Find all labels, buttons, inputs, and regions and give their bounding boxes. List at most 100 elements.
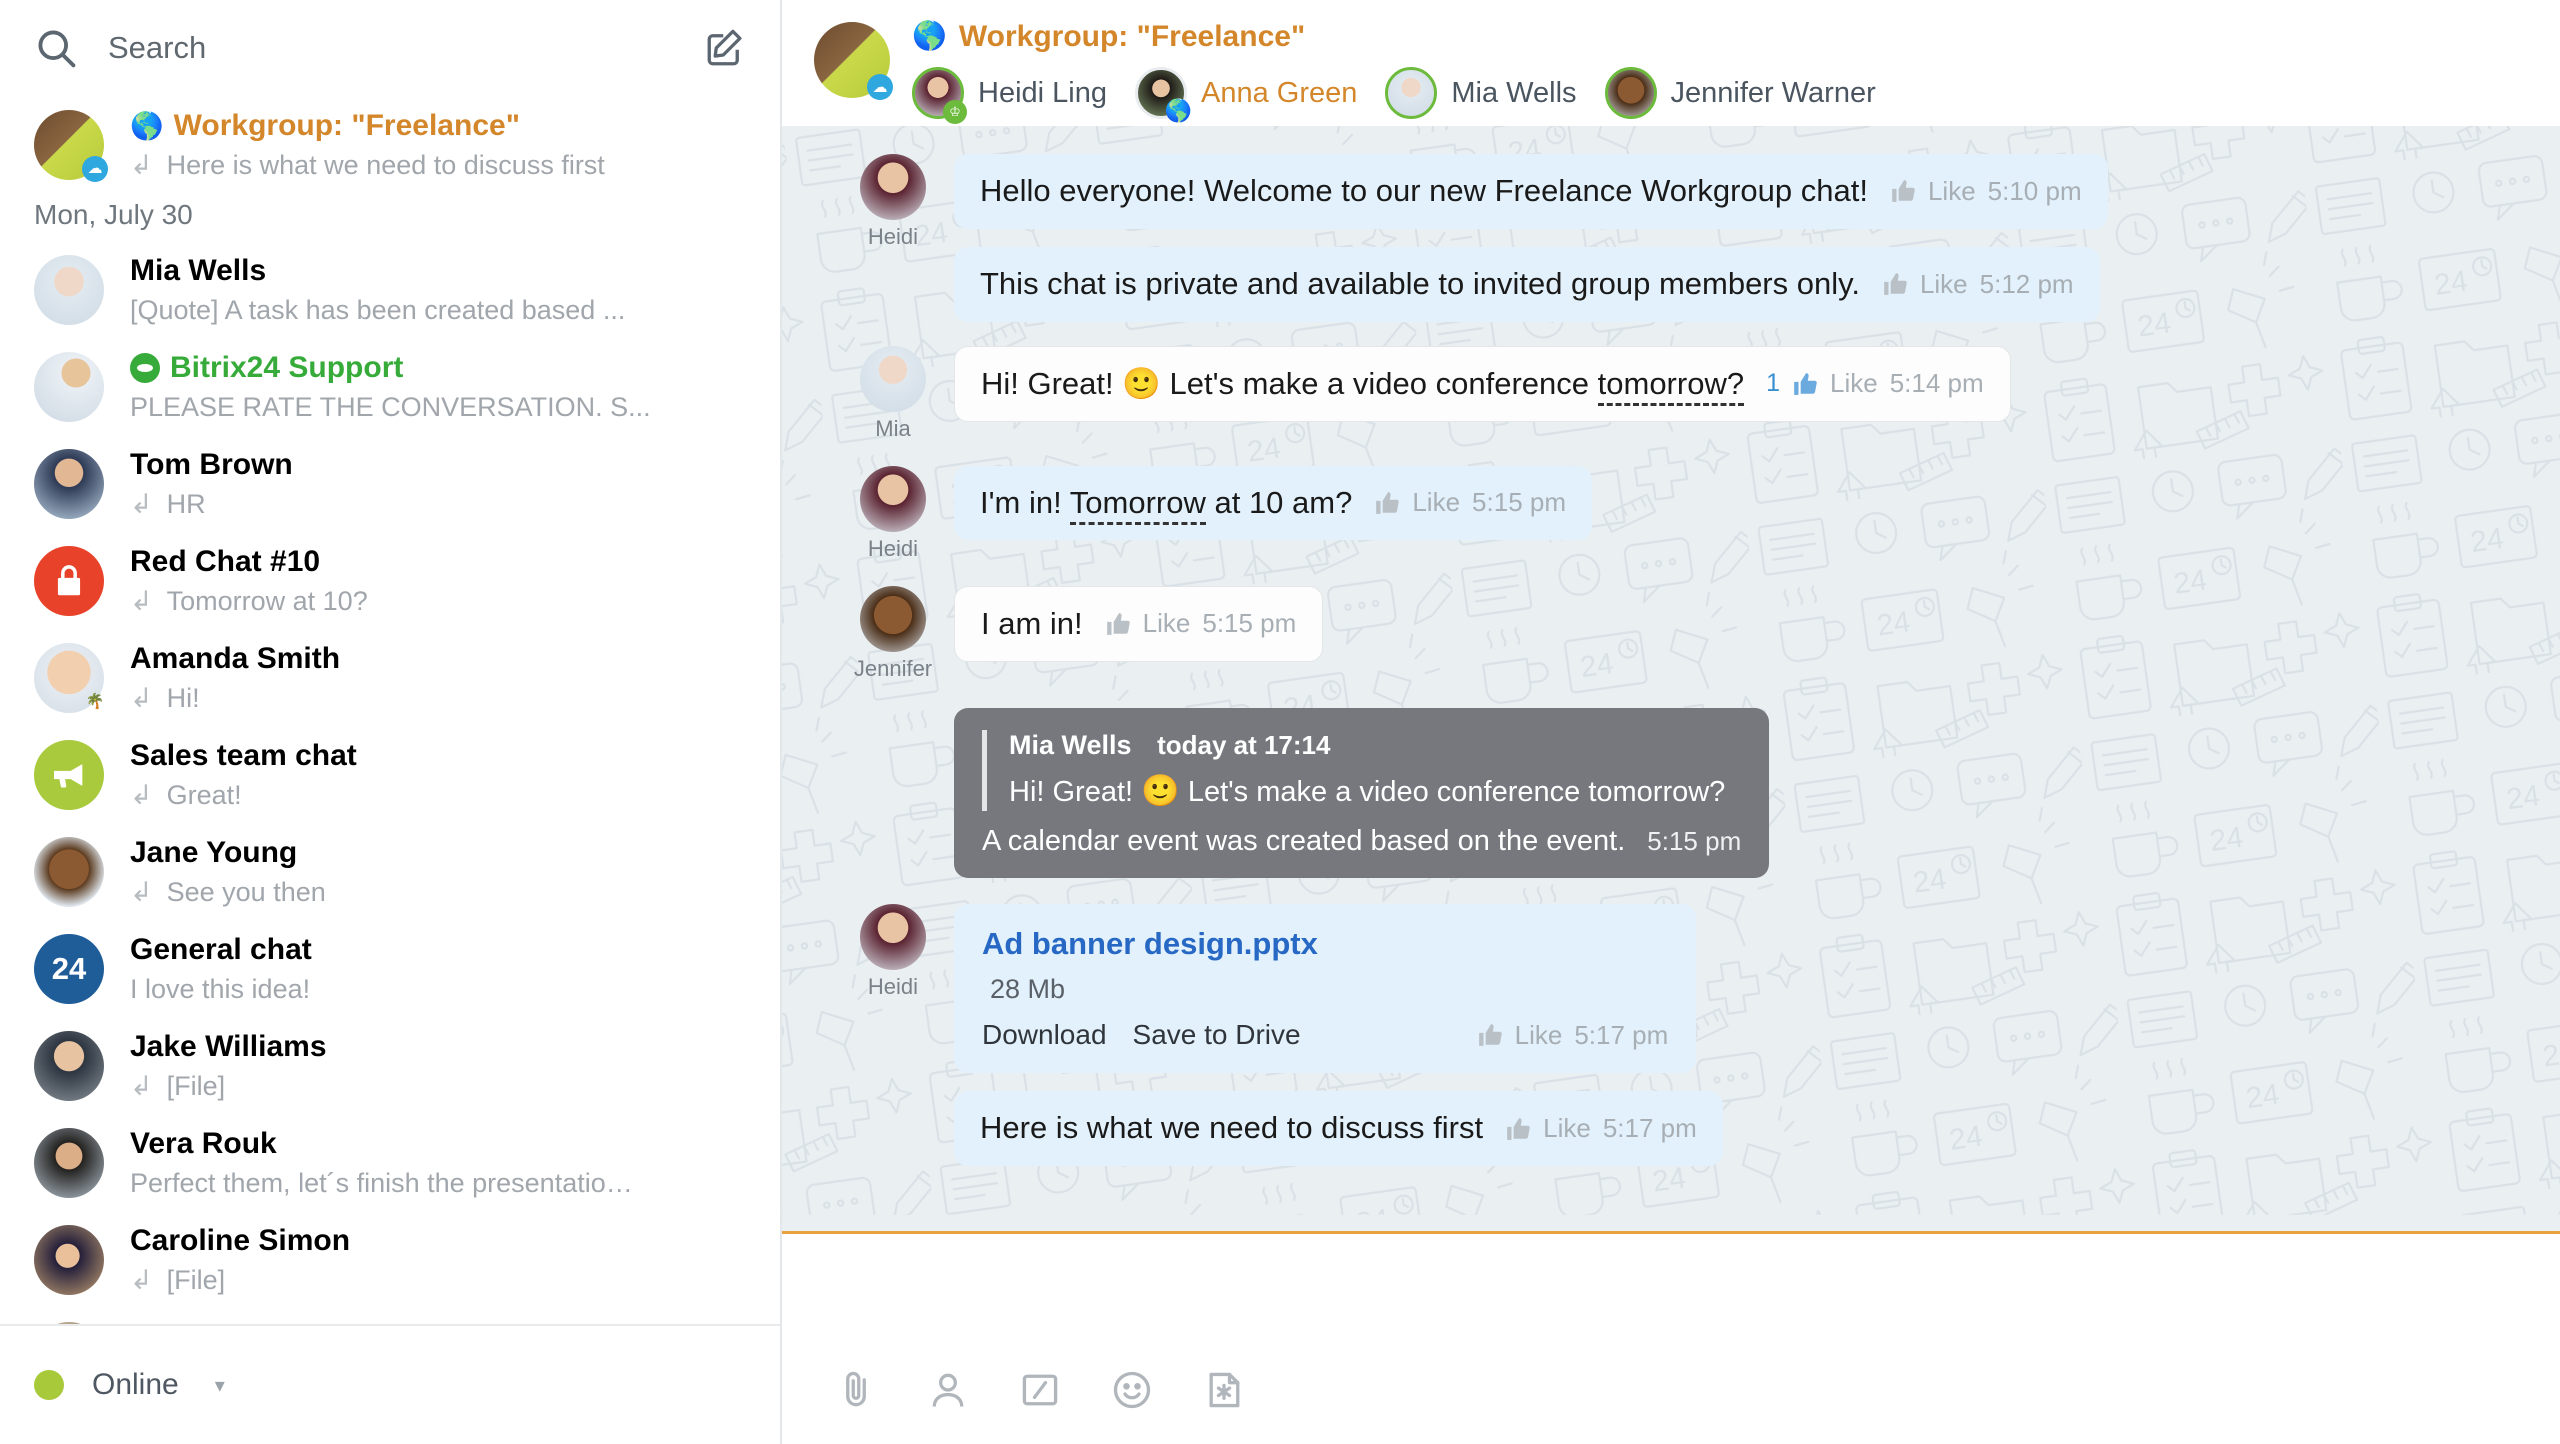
message-bubble[interactable]: This chat is private and available to in… [954,247,2100,322]
message-actions[interactable]: Like 5:17 pm [1505,1113,1697,1144]
message-bubble[interactable]: Hi! Great! 🙂 Let's make a video conferen… [954,346,2011,423]
message-group-heidi-2: Heidi I'm in! Tomorrow at 10 am? Like 5:… [854,466,2560,562]
chevron-down-icon[interactable]: ▾ [215,1373,225,1398]
message-list[interactable]: 24 [782,126,2560,1234]
message-actions[interactable]: Like 5:15 pm [1374,487,1566,518]
like-label[interactable]: Like [1920,269,1968,300]
chat-list-item-workgroup-sales-team-group[interactable]: Workgroup: "Sales Team Group " Heidi Lin… [0,1308,780,1324]
chat-list-item-text: Amanda Smith ↲ Hi! [130,641,746,714]
search-bar [0,0,780,96]
chat-list-item-subtitle: ↲ [File] [130,1070,746,1102]
status-bar[interactable]: Online ▾ [0,1324,780,1444]
member-jennifer-warner[interactable]: Jennifer Warner [1605,67,1876,119]
chat-list-item-tom-brown[interactable]: Tom Brown ↲ HR [0,435,780,532]
chat-list-item-red-chat-10[interactable]: Red Chat #10 ↲ Tomorrow at 10? [0,532,780,629]
chat-list-item-jane-young[interactable]: Jane Young ↲ See you then [0,823,780,920]
chat-list-item-amanda-smith[interactable]: 🌴 Amanda Smith ↲ Hi! [0,629,780,726]
chat-list-item-general-chat[interactable]: 24 General chat I love this idea! [0,920,780,1017]
chat-list-item-subtitle: I love this idea! [130,973,746,1005]
thumbs-up-icon[interactable] [1105,611,1131,637]
quoted-message-bubble[interactable]: Mia Wells today at 17:14 Hi! Great! 🙂 Le… [954,708,1769,879]
thumbs-up-icon[interactable] [1505,1116,1531,1142]
like-label[interactable]: Like [1830,368,1878,399]
thumbs-up-icon[interactable] [1477,1022,1503,1048]
download-link[interactable]: Download [982,1019,1107,1051]
chat-list-item-caroline-simon[interactable]: Caroline Simon ↲ [File] [0,1211,780,1308]
message-time: 5:17 pm [1574,1020,1668,1051]
message-actions[interactable]: Like 5:10 pm [1890,176,2082,207]
person-icon[interactable] [926,1368,970,1412]
compose-icon[interactable] [704,27,746,69]
like-label[interactable]: Like [1543,1113,1591,1144]
file-actions: Download Save to Drive Like 5:17 pm [982,1019,1668,1051]
avatar [860,586,926,652]
file-name-link[interactable]: Ad banner design.pptx [982,926,1668,962]
message-bubble[interactable]: I am in! Like 5:15 pm [954,586,1323,663]
avatar [860,346,926,412]
member-heidi-ling[interactable]: ♔ Heidi Ling [912,67,1107,119]
chat-list-item-text: 🌎 Workgroup: "Freelance" ↲ Here is what … [130,108,746,181]
chat-list-item-subtitle: ↲ HR [130,488,746,520]
message-bubble[interactable]: Here is what we need to discuss first Li… [954,1091,1723,1166]
message-text-highlight[interactable]: tomorrow? [1598,366,1744,406]
smiley-emoji: 🙂 [1122,366,1161,401]
thumbs-up-icon[interactable] [1374,490,1400,516]
chat-list-item-workgroup-freelance[interactable]: ☁ 🌎 Workgroup: "Freelance" ↲ Here is wha… [0,96,780,193]
chat-list-item-mia-wells[interactable]: Mia Wells [Quote] A task has been create… [0,241,780,338]
save-to-drive-link[interactable]: Save to Drive [1133,1019,1301,1051]
message-text-highlight[interactable]: Tomorrow [1070,485,1206,525]
chat-list-item-title: Jake Williams [130,1029,746,1065]
thumbs-up-icon[interactable] [1890,178,1916,204]
chat-list-item-sales-team-chat[interactable]: Sales team chat ↲ Great! [0,726,780,823]
status-dot-online [34,1370,64,1400]
chat-list-item-vera-rouk[interactable]: Vera Rouk Perfect them, let´s finish the… [0,1114,780,1211]
message-composer[interactable] [782,1234,2560,1444]
message-bubble[interactable]: I'm in! Tomorrow at 10 am? Like 5:15 pm [954,466,1592,541]
chat-avatar: ☁ [814,22,890,98]
message-actions[interactable]: Like 5:17 pm [1477,1020,1669,1051]
chat-list-item-title: Workgroup: "Sales Team Group " [130,1320,746,1324]
chat-list-item-bitrix24-support[interactable]: Bitrix24 Support PLEASE RATE THE CONVERS… [0,338,780,435]
chat-list[interactable]: ☁ 🌎 Workgroup: "Freelance" ↲ Here is wha… [0,96,780,1324]
message-text: Hi! Great! 🙂 Let's make a video conferen… [981,365,1744,404]
like-label[interactable]: Like [1412,487,1460,518]
message-text-mid: Let's make a video conference [1170,366,1598,401]
message-text: Hello everyone! Welcome to our new Freel… [980,172,1868,211]
smiley-icon[interactable] [1110,1368,1154,1412]
crown-icon: ♔ [943,100,967,124]
chat-list-item-title: Jane Young [130,835,746,871]
message-author-name: Jennifer [854,656,932,682]
message-author-name: Heidi [868,974,918,1000]
chat-list-item-subtitle: PLEASE RATE THE CONVERSATION. S... [130,391,746,423]
thumbs-up-icon[interactable] [1792,371,1818,397]
chat-list-item-subtitle: ↲ [File] [130,1264,746,1296]
like-label[interactable]: Like [1143,608,1191,639]
message-actions[interactable]: 1 Like 5:14 pm [1766,368,1984,399]
chat-list-item-subtitle: ↲ Here is what we need to discuss first [130,149,746,181]
message-avatar-wrap: Heidi [854,154,932,250]
chat-list-item-text: Jane Young ↲ See you then [130,835,746,908]
message-avatar-wrap: Jennifer [854,586,932,682]
search-input[interactable] [108,30,628,66]
like-label[interactable]: Like [1515,1020,1563,1051]
file-size-label: 28 Mb [990,974,1668,1005]
member-anna-green[interactable]: 🌎 Anna Green [1135,67,1357,119]
like-label[interactable]: Like [1928,176,1976,207]
quote-box-icon[interactable] [1018,1368,1062,1412]
chat-list-item-title: General chat [130,932,746,968]
reply-arrow-icon: ↲ [130,779,153,811]
message-actions[interactable]: Like 5:15 pm [1105,608,1297,639]
message-actions[interactable]: Like 5:12 pm [1882,269,2074,300]
file-message-bubble[interactable]: Ad banner design.pptx 28 Mb Download Sav… [954,904,1696,1073]
thumbs-up-icon[interactable] [1882,271,1908,297]
chat-list-item-jake-williams[interactable]: Jake Williams ↲ [File] [0,1017,780,1114]
member-mia-wells[interactable]: Mia Wells [1385,67,1576,119]
member-name: Anna Green [1201,77,1357,110]
chat-list-item-title: Tom Brown [130,447,746,483]
message-bubble[interactable]: Hello everyone! Welcome to our new Freel… [954,154,2108,229]
chat-list-item-title: Bitrix24 Support [130,350,746,386]
avatar: ☁ [34,110,104,180]
paperclip-icon[interactable] [834,1368,878,1412]
message-time: 5:14 pm [1890,368,1984,399]
asterisk-document-icon[interactable] [1202,1368,1246,1412]
